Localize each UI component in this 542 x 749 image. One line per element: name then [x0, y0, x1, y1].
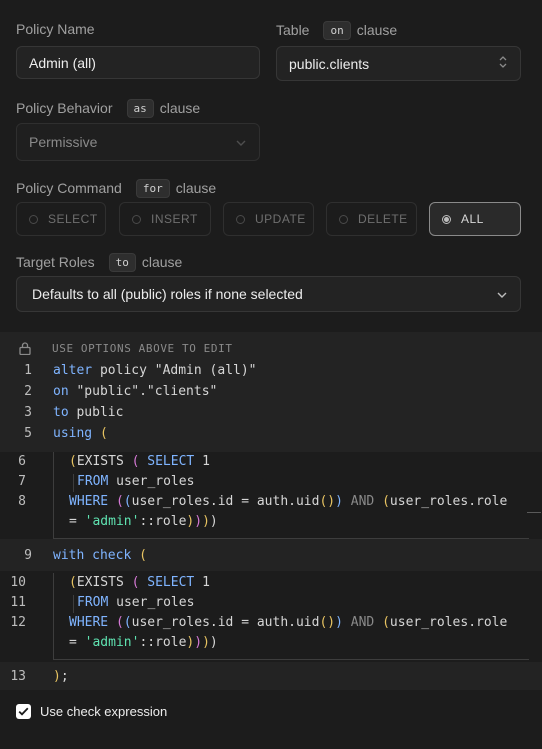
- radio-icon: [236, 214, 245, 224]
- chevron-up-down-icon: [498, 55, 508, 72]
- line-number: 2: [24, 384, 32, 399]
- as-keyword-chip: as: [126, 99, 154, 118]
- command-label: Policy Command for clause: [16, 179, 216, 198]
- editor-hint: USE OPTIONS ABOVE TO EDIT: [52, 342, 233, 355]
- using-expr-line: = 'admin'::role)))): [69, 514, 218, 529]
- scrollbar-marker: [527, 512, 541, 513]
- command-option-label: UPDATE: [255, 212, 306, 226]
- editor-closing-block: [0, 662, 542, 690]
- behavior-select[interactable]: Permissive: [16, 123, 260, 161]
- command-clause-text: clause: [175, 180, 217, 196]
- behavior-label-text: Policy Behavior: [16, 100, 113, 116]
- on-keyword-chip: on: [323, 21, 351, 40]
- table-label: Table on clause: [276, 21, 397, 40]
- using-expr-line: WHERE ((user_roles.id = auth.uid()) AND …: [69, 494, 508, 509]
- sql-line-on-table: on "public"."clients": [53, 384, 218, 399]
- table-select[interactable]: public.clients: [276, 46, 521, 81]
- line-number: 10: [10, 575, 26, 590]
- lock-icon: [19, 342, 31, 358]
- line-number: 13: [10, 669, 26, 684]
- checkmark-icon: [18, 707, 29, 716]
- command-option-update[interactable]: UPDATE: [223, 202, 314, 236]
- roles-select-placeholder: Defaults to all (public) roles if none s…: [32, 286, 303, 302]
- indent-guide: [73, 595, 74, 613]
- check-expr-line: (EXISTS ( SELECT 1: [69, 575, 210, 590]
- command-option-delete[interactable]: DELETE: [326, 202, 417, 236]
- line-number: 7: [18, 474, 26, 489]
- table-select-value: public.clients: [289, 55, 370, 72]
- policy-name-input[interactable]: Admin (all): [16, 46, 260, 79]
- policy-name-label: Policy Name: [16, 21, 95, 37]
- table-clause-text: clause: [356, 22, 398, 38]
- use-check-checkbox[interactable]: [16, 704, 31, 719]
- command-option-label: INSERT: [151, 212, 198, 226]
- check-expr-line: FROM user_roles: [77, 595, 195, 610]
- behavior-clause-text: clause: [159, 100, 201, 116]
- radio-icon: [132, 214, 141, 224]
- command-option-insert[interactable]: INSERT: [119, 202, 211, 236]
- line-number: 6: [18, 454, 26, 469]
- command-label-text: Policy Command: [16, 180, 122, 196]
- sql-line-alter-policy: alter policy "Admin (all)": [53, 363, 257, 378]
- roles-clause-text: clause: [141, 254, 183, 270]
- behavior-select-value: Permissive: [29, 134, 98, 150]
- line-number: 12: [10, 615, 26, 630]
- line-number: 11: [10, 595, 26, 610]
- command-option-select[interactable]: SELECT: [16, 202, 106, 236]
- roles-label: Target Roles to clause: [16, 253, 182, 272]
- line-number: 5: [24, 426, 32, 441]
- radio-icon: [29, 214, 38, 224]
- for-keyword-chip: for: [135, 179, 170, 198]
- line-number: 9: [24, 548, 32, 563]
- use-check-label: Use check expression: [40, 704, 168, 719]
- line-number: 1: [24, 363, 32, 378]
- line-number: 3: [24, 405, 32, 420]
- sql-line-with-check: with check (: [53, 548, 147, 563]
- sql-line-using: using (: [53, 426, 108, 441]
- sql-line-closing: );: [53, 669, 69, 684]
- check-expr-line: = 'admin'::role)))): [69, 635, 218, 650]
- command-option-label: DELETE: [358, 212, 408, 226]
- indent-guide: [73, 474, 74, 492]
- check-expr-line: WHERE ((user_roles.id = auth.uid()) AND …: [69, 615, 508, 630]
- using-expr-line: FROM user_roles: [77, 474, 195, 489]
- line-number: 8: [18, 494, 26, 509]
- command-option-all[interactable]: ALL: [429, 202, 521, 236]
- sql-line-to-role: to public: [53, 405, 124, 420]
- using-expr-line: (EXISTS ( SELECT 1: [69, 454, 210, 469]
- command-option-label: ALL: [461, 212, 484, 226]
- roles-label-text: Target Roles: [16, 254, 95, 270]
- to-keyword-chip: to: [108, 253, 136, 272]
- roles-select[interactable]: Defaults to all (public) roles if none s…: [16, 276, 521, 312]
- chevron-down-icon: [496, 286, 508, 302]
- chevron-down-icon: [235, 134, 247, 150]
- table-label-text: Table: [276, 22, 310, 38]
- policy-name-value: Admin (all): [29, 54, 96, 71]
- radio-icon: [339, 214, 348, 224]
- behavior-label: Policy Behavior as clause: [16, 99, 200, 118]
- radio-selected-icon: [442, 214, 451, 224]
- command-option-label: SELECT: [48, 212, 98, 226]
- sql-editor[interactable]: USE OPTIONS ABOVE TO EDIT 1 2 3 5 6 7 8 …: [0, 332, 542, 690]
